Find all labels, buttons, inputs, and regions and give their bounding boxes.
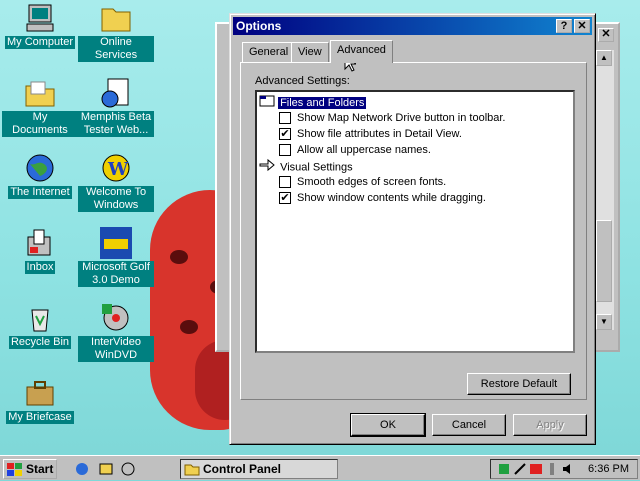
tray-network-icon[interactable] (497, 462, 511, 479)
desktop-icon-intervideo-windvd[interactable]: InterVideo WinDVD (78, 302, 154, 362)
desktop-icon-microsoft-golf[interactable]: Microsoft Golf 3.0 Demo (78, 227, 154, 287)
tray-plug-icon[interactable] (545, 462, 559, 479)
options-dialog[interactable]: Options ? ✕ General View Advanced Advanc… (229, 13, 596, 445)
desktop-icon-label: Memphis Beta Tester Web... (78, 111, 154, 137)
outlook-express-icon[interactable] (98, 462, 114, 476)
clock[interactable]: 6:36 PM (588, 460, 629, 478)
setting-show-file-attributes[interactable]: ✔ Show file attributes in Detail View. (279, 126, 462, 142)
restore-default-button[interactable]: Restore Default (467, 373, 571, 395)
tray-ati-icon[interactable] (529, 462, 543, 479)
desktop-icon-label: Recycle Bin (8, 336, 72, 349)
close-button[interactable]: ✕ (574, 19, 590, 33)
setting-label: Show file attributes in Detail View. (297, 128, 462, 140)
inbox-icon (24, 227, 56, 259)
system-tray: 6:36 PM (490, 459, 638, 479)
start-label: Start (26, 462, 54, 476)
advanced-settings-list[interactable]: Files and Folders Show Map Network Drive… (255, 90, 575, 353)
channels-icon[interactable] (120, 462, 136, 476)
folder-icon (100, 2, 132, 34)
setting-label: Show window contents while dragging. (297, 192, 486, 204)
dialog-title-bar[interactable]: Options ? ✕ (233, 17, 592, 35)
setting-label: Allow all uppercase names. (297, 144, 431, 156)
tray-tools-icon[interactable] (513, 462, 527, 479)
briefcase-icon (24, 377, 56, 409)
scroll-up-icon[interactable]: ▲ (596, 50, 612, 66)
scroll-thumb[interactable] (596, 220, 612, 302)
dvd-player-icon (100, 302, 132, 334)
desktop-icon-label: My Computer (4, 36, 76, 49)
desktop-icon-my-documents[interactable]: My Documents (2, 77, 78, 137)
folder-settings-icon (259, 94, 275, 113)
taskbar-button-control-panel[interactable]: Control Panel (180, 459, 338, 479)
globe-icon (24, 152, 56, 184)
recycle-bin-icon (24, 302, 56, 334)
setting-show-window-contents[interactable]: ✔ Show window contents while dragging. (279, 190, 486, 206)
checkbox[interactable] (279, 176, 291, 188)
desktop-icon-label: The Internet (8, 186, 72, 199)
mascot-spot (170, 250, 188, 264)
dialog-title: Options (236, 19, 282, 33)
golf-3-0-icon (100, 227, 132, 259)
desktop-icon-my-computer[interactable]: My Computer (2, 2, 78, 49)
cancel-button[interactable]: Cancel (432, 414, 506, 436)
computer-icon (24, 2, 56, 34)
desktop-icon-the-internet[interactable]: The Internet (2, 152, 78, 199)
help-button[interactable]: ? (556, 19, 572, 33)
setting-label: Smooth edges of screen fonts. (297, 176, 447, 188)
desktop-icon-label: My Briefcase (6, 411, 74, 424)
setting-smooth-screen-fonts[interactable]: Smooth edges of screen fonts. (279, 174, 446, 190)
desktop-icon-memphis-beta[interactable]: Memphis Beta Tester Web... (78, 77, 154, 137)
folder-documents-icon (24, 77, 56, 109)
desktop-icon-online-services[interactable]: Online Services (78, 2, 154, 62)
svg-text:W: W (107, 159, 129, 180)
checkbox-checked[interactable]: ✔ (279, 192, 291, 204)
setting-allow-uppercase-names[interactable]: Allow all uppercase names. (279, 142, 431, 158)
setting-show-map-network-drive[interactable]: Show Map Network Drive button in toolbar… (279, 110, 506, 126)
web-shortcut-icon (100, 77, 132, 109)
control-panel-icon (184, 462, 200, 481)
desktop-icon-label: Microsoft Golf 3.0 Demo (78, 261, 154, 287)
desktop-icon-welcome-to-windows[interactable]: W Welcome To Windows (78, 152, 154, 212)
taskbar: Start Control Panel 6:36 PM (0, 455, 640, 480)
tab-general[interactable]: General (242, 42, 296, 62)
desktop-icon-my-briefcase[interactable]: My Briefcase (2, 377, 78, 424)
desktop-icon-inbox[interactable]: Inbox (2, 227, 78, 274)
desktop-icon-label: Inbox (24, 261, 56, 274)
desktop-icon-label: Online Services (78, 36, 154, 62)
group-label: Files and Folders (277, 96, 368, 111)
internet-explorer-icon[interactable] (74, 462, 90, 476)
checkbox[interactable] (279, 112, 291, 124)
visual-settings-icon (259, 158, 277, 177)
task-label: Control Panel (203, 462, 282, 476)
apply-button[interactable]: Apply (513, 414, 587, 436)
tab-view[interactable]: View (291, 42, 329, 62)
welcome-w-icon: W (100, 152, 132, 184)
windows-logo-icon (7, 463, 23, 481)
advanced-tab-panel: Advanced Settings: Files and Folders Sho… (240, 62, 587, 400)
checkbox[interactable] (279, 144, 291, 156)
group-files-and-folders[interactable]: Files and Folders (259, 94, 368, 113)
tray-speaker-icon[interactable] (561, 462, 575, 479)
desktop-icon-label: Welcome To Windows (78, 186, 154, 212)
advanced-settings-label: Advanced Settings: (255, 75, 350, 87)
start-button[interactable]: Start (3, 459, 57, 479)
group-visual-settings[interactable]: Visual Settings (259, 158, 353, 174)
checkbox-checked[interactable]: ✔ (279, 128, 291, 140)
mascot-spot (180, 320, 198, 334)
behind-window-scrollbar[interactable]: ▲ ▼ (596, 50, 614, 330)
desktop-icon-label: My Documents (2, 111, 78, 137)
ok-button[interactable]: OK (350, 413, 426, 437)
close-icon[interactable]: ✕ (598, 28, 614, 42)
group-label: Visual Settings (280, 161, 353, 174)
scroll-down-icon[interactable]: ▼ (596, 314, 612, 330)
desktop-icon-recycle-bin[interactable]: Recycle Bin (2, 302, 78, 349)
tab-advanced[interactable]: Advanced (330, 40, 393, 63)
desktop-icon-label: InterVideo WinDVD (78, 336, 154, 362)
setting-label: Show Map Network Drive button in toolbar… (297, 112, 506, 124)
